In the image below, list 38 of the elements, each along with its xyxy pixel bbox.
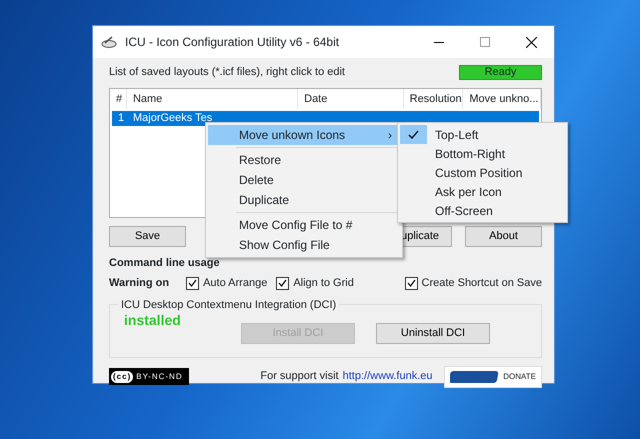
donate-button[interactable]: DONATE [444, 366, 542, 388]
app-icon [101, 36, 117, 48]
status-indicator: Ready [459, 64, 542, 80]
checkbox[interactable] [404, 276, 418, 290]
checkbox[interactable] [186, 276, 200, 290]
support-link[interactable]: http://www.funk.eu [342, 368, 432, 385]
column-header[interactable]: Resolution [404, 88, 464, 108]
command-line-hint: Command line usage [109, 256, 221, 270]
column-header[interactable]: # [110, 88, 127, 108]
action-button[interactable]: About [465, 226, 542, 246]
option-label: Align to Grid [293, 276, 354, 291]
warning-label: Warning on [109, 276, 170, 291]
submenu-arrow: › [388, 127, 392, 144]
menu-item[interactable]: Custom Position [400, 163, 565, 182]
menu-item[interactable]: Ask per Icon [400, 182, 565, 201]
cc-label: (cc) [111, 370, 134, 382]
menu-item[interactable]: Top-Left [400, 125, 565, 144]
menu-item[interactable]: Restore [208, 150, 400, 170]
menu-item[interactable]: Bottom-Right [400, 144, 565, 163]
option-label: Create Shortcut on Save [422, 276, 542, 291]
dci-status: installed [124, 312, 182, 326]
menu-item[interactable]: Move unkown Icons › [208, 125, 400, 145]
checkbox[interactable] [276, 276, 290, 290]
column-header[interactable]: Date [298, 88, 404, 108]
menu-item[interactable]: Delete [208, 170, 400, 190]
close-icon [526, 36, 536, 48]
list-label: List of saved layouts (*.icf files), right click to edit [109, 65, 345, 80]
column-header[interactable]: Name [126, 88, 298, 108]
menu-item[interactable]: Off-Screen [400, 201, 565, 220]
license-badge[interactable]: (cc) BY-NC-ND [109, 368, 189, 385]
support-text: For support visit [260, 369, 339, 384]
action-button[interactable]: Save [109, 226, 186, 246]
window-title: ICU - Icon Configuration Utility v6 - 64bit [125, 34, 340, 51]
column-header[interactable]: Move unkno... [463, 88, 541, 108]
maximize-icon [480, 37, 490, 47]
dci-button[interactable]: Uninstall DCI [376, 322, 490, 344]
menu-item[interactable]: Duplicate [208, 190, 400, 210]
option-label: Auto Arrange [203, 276, 268, 291]
